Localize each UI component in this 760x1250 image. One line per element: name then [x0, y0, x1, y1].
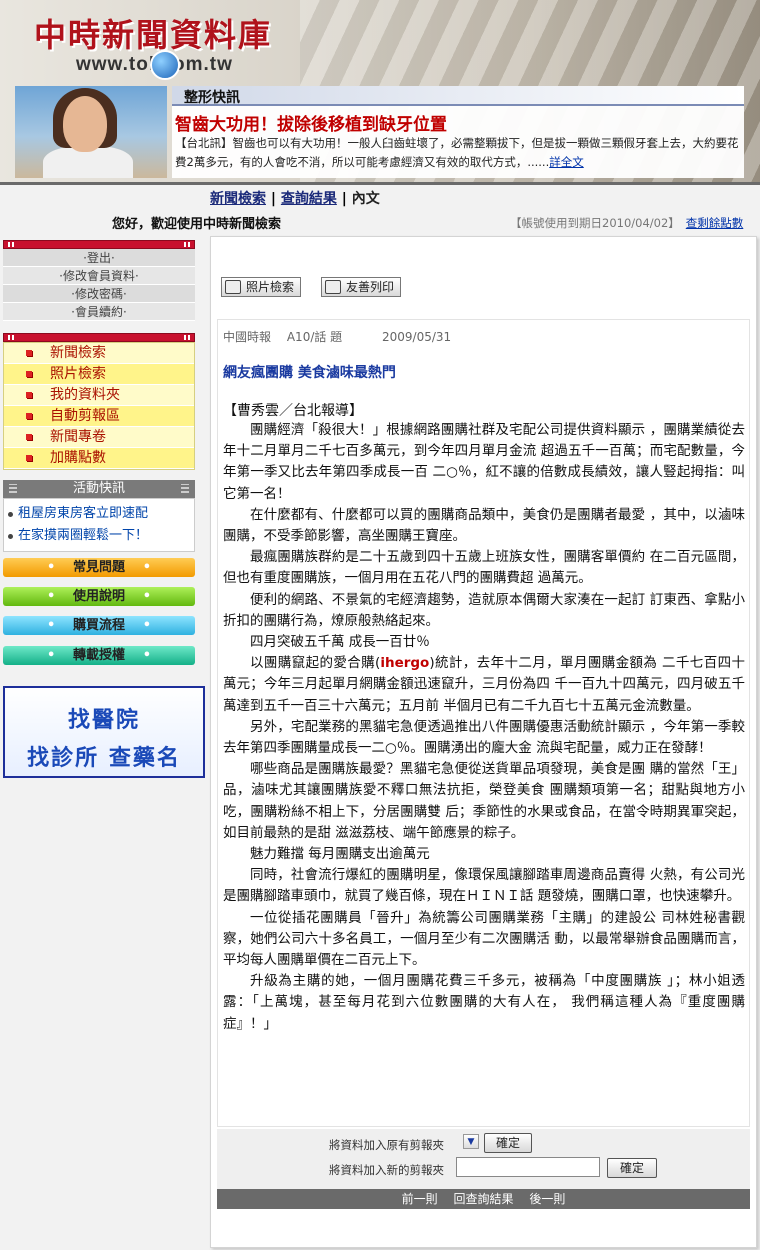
- article-paragraph: 升級為主購的她，一個月團購花費三千多元，被稱為「中度團購族 」；林小姐透露：「上…: [223, 973, 745, 1032]
- article-source: 中國時報: [223, 330, 272, 344]
- promo-news-title[interactable]: 智齒大功用！拔除後移植到缺牙位置: [175, 110, 447, 135]
- check-points-link[interactable]: 查剩餘點數: [686, 216, 744, 230]
- existing-folder-label: 將資料加入原有剪報夾: [329, 1138, 444, 1152]
- article-meta: 中國時報 A10/話 題 2009/05/31: [223, 328, 463, 345]
- nav-separator: |: [270, 191, 276, 207]
- main-menu-header: [3, 333, 195, 342]
- article-reporter: 【曹秀雲／台北報導】: [223, 403, 363, 419]
- nav-separator: |: [341, 191, 347, 207]
- nav-search-results[interactable]: 查詢結果: [281, 191, 337, 207]
- menu-buy-points[interactable]: 加購點數: [4, 448, 194, 469]
- article-paragraph: 便利的網路、不景氣的宅經濟趨勢，造就原本偶爾大家湊在一起訂 訂東西、拿點小折扣的…: [223, 591, 745, 629]
- menu-news-volumes[interactable]: 新聞專卷: [4, 427, 194, 448]
- article-subheading: 四月突破五千萬 成長一百廿％: [250, 634, 430, 651]
- new-folder-label: 將資料加入新的剪報夾: [329, 1163, 444, 1177]
- promo-photo[interactable]: [15, 86, 167, 178]
- clipping-panel: 將資料加入原有剪報夾 ▼ 確定 將資料加入新的剪報夾 確定: [217, 1129, 750, 1189]
- brand-highlight: ihergo: [380, 655, 430, 672]
- site-banner: 中時新聞資料庫 www.tol com.tw 整形快訊 智齒大功用！拔除後移植到…: [0, 0, 760, 185]
- nav-current-content: 內文: [351, 191, 380, 207]
- article-paragraph: 以團購竄起的愛合購(ihergo)統計，去年十二月，單月團購金額為 二千七百四十…: [223, 655, 745, 714]
- pager: 前一則 回查詢結果 後一則: [217, 1189, 750, 1209]
- menu-my-folder[interactable]: 我的資料夾: [4, 385, 194, 406]
- activity-item-mahjong[interactable]: 在家摸兩圈輕鬆一下！: [4, 525, 194, 547]
- article-paragraph: 一位從插花團購員「晉升」為統籌公司團購業務「主購」的建設公 司林姓秘書觀察，她們…: [223, 909, 745, 969]
- back-to-results-link[interactable]: 回查詢結果: [453, 1192, 513, 1206]
- article: 中國時報 A10/話 題 2009/05/31 網友瘋團購 美食滷味最熱門 【曹…: [217, 319, 750, 1127]
- camera-icon: [225, 280, 241, 294]
- hospital-finder-ad[interactable]: 找醫院 找診所 查藥名: [3, 686, 205, 778]
- promo-news-body: 【台北訊】智齒也可以有大功用！一般人臼齒蛀壞了，必需整顆拔下，但是拔一顆做三顆假…: [175, 136, 739, 169]
- faq-button[interactable]: 常見問題: [3, 558, 195, 577]
- photo-face: [63, 96, 107, 152]
- menu-news-search[interactable]: 新聞檢索: [4, 343, 194, 364]
- article-paragraph: 團購經濟「殺很大！」根據網路團購社群及宅配公司提供資料顯示 ，團購業績從去年十二…: [223, 422, 745, 502]
- account-expiry: 【帳號使用到期日2010/04/02】: [510, 216, 680, 230]
- existing-folder-select[interactable]: ▼: [463, 1134, 479, 1149]
- photo-search-button[interactable]: 照片檢索: [221, 277, 302, 297]
- print-label: 友善列印: [346, 280, 395, 294]
- nav-news-search[interactable]: 新聞檢索: [210, 191, 266, 207]
- promo-read-more-link[interactable]: 詳全文: [549, 155, 584, 169]
- member-change-password[interactable]: ·修改密碼·: [3, 285, 195, 303]
- photo-search-label: 照片檢索: [246, 280, 295, 294]
- greeting-text: 您好，歡迎使用中時新聞檢索: [112, 217, 282, 232]
- article-paragraph: 同時，社會流行爆紅的團購明星，像環保風讓腳踏車周邊商品賣得 火熱，有公司光是團購…: [223, 867, 745, 905]
- activity-panel: 活動快訊 租屋房東房客立即速配 在家摸兩圈輕鬆一下！: [3, 480, 195, 552]
- article-subheading: 魅力難擋 每月團購支出逾萬元: [250, 846, 430, 863]
- promo-news-text: 【台北訊】智齒也可以有大功用！一般人臼齒蛀壞了，必需整顆拔下，但是拔一顆做三顆假…: [175, 134, 740, 172]
- prev-article-link[interactable]: 前一則: [402, 1192, 438, 1206]
- printer-icon: [325, 280, 341, 294]
- menu-photo-search[interactable]: 照片檢索: [4, 364, 194, 385]
- main-menu-list: 新聞檢索 照片檢索 我的資料夾 自動剪報區 新聞專卷 加購點數: [3, 342, 195, 470]
- article-paragraph: 另外，宅配業務的黑貓宅急便透過推出八件團購優惠活動統計顯示 ，今年第一季較去年第…: [223, 718, 745, 757]
- ad-line-2: 找診所 查藥名: [27, 746, 181, 771]
- article-paragraph: 在什麼都有、什麼都可以買的團購商品類中，美食仍是團購者最愛 ，其中，以滷味團購，…: [223, 506, 745, 545]
- new-folder-input[interactable]: [456, 1157, 600, 1177]
- user-guide-button[interactable]: 使用說明: [3, 587, 195, 606]
- member-renew[interactable]: ·會員續約·: [3, 303, 195, 321]
- print-button[interactable]: 友善列印: [321, 277, 402, 297]
- member-menu: ·登出· ·修改會員資料· ·修改密碼· ·會員續約·: [3, 240, 195, 321]
- breadcrumb: 新聞檢索 | 查詢結果 | 內文: [210, 188, 380, 208]
- article-page: A10/話 題: [286, 330, 343, 344]
- new-folder-confirm-button[interactable]: 確定: [607, 1158, 657, 1178]
- member-menu-header: [3, 240, 195, 249]
- member-logout[interactable]: ·登出·: [3, 249, 195, 267]
- site-logo-title[interactable]: 中時新聞資料庫: [34, 10, 272, 56]
- member-edit-profile[interactable]: ·修改會員資料·: [3, 267, 195, 285]
- existing-folder-confirm-button[interactable]: 確定: [484, 1133, 532, 1153]
- article-date: 2009/05/31: [382, 330, 452, 344]
- activity-item-rental[interactable]: 租屋房東房客立即速配: [4, 503, 194, 525]
- article-headline: 網友瘋團購 美食滷味最熱門: [223, 365, 396, 381]
- activity-list: 租屋房東房客立即速配 在家摸兩圈輕鬆一下！: [3, 498, 195, 552]
- reprint-license-button[interactable]: 轉載授權: [3, 646, 195, 665]
- account-info: 【帳號使用到期日2010/04/02】 查剩餘點數: [510, 215, 743, 231]
- purchase-flow-button[interactable]: 購買流程: [3, 616, 195, 635]
- main-menu: 新聞檢索 照片檢索 我的資料夾 自動剪報區 新聞專卷 加購點數: [3, 333, 195, 470]
- activity-title: 活動快訊: [3, 480, 195, 498]
- main-content: 照片檢索 友善列印 中國時報 A10/話 題 2009/05/31 網友瘋團購 …: [210, 236, 757, 1248]
- article-paragraph: 哪些商品是團購族最愛？黑貓宅急便從送貨單品項發現，美食是團 購的當然「王」品，滷…: [223, 761, 745, 841]
- article-paragraph: 最瘋團購族群約是二十五歲到四十五歲上班族女性，團購客單價約 在二百元區間，但也有…: [223, 549, 745, 587]
- menu-auto-clipping[interactable]: 自動剪報區: [4, 406, 194, 427]
- globe-icon: [150, 50, 180, 80]
- article-body: 團購經濟「殺很大！」根據網路團購社群及宅配公司提供資料顯示 ，團購業績從去年十二…: [223, 420, 745, 1035]
- promo-news-header: 整形快訊: [172, 86, 744, 106]
- next-article-link[interactable]: 後一則: [529, 1192, 565, 1206]
- ad-line-1: 找醫院: [67, 708, 140, 733]
- member-menu-list: ·登出· ·修改會員資料· ·修改密碼· ·會員續約·: [3, 249, 195, 321]
- promo-section-label: 整形快訊: [184, 90, 240, 106]
